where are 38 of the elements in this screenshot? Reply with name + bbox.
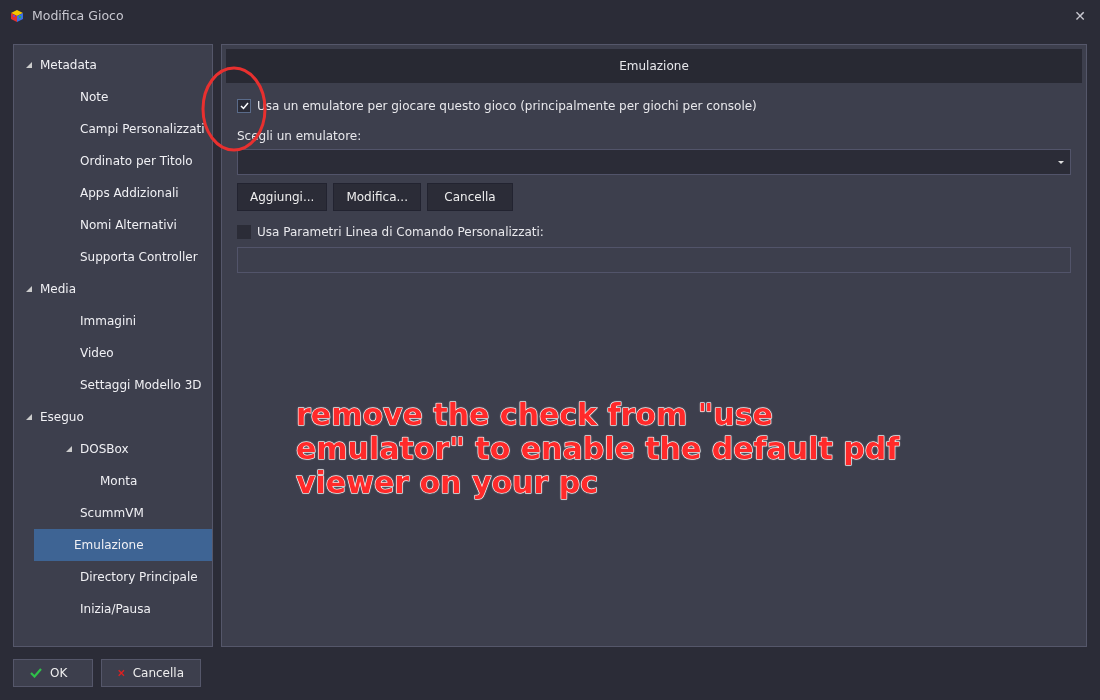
tree-item[interactable]: Eseguo <box>14 401 212 433</box>
tree-item[interactable]: Ordinato per Titolo <box>34 145 212 177</box>
expanded-triangle-icon[interactable] <box>26 413 32 420</box>
action-button[interactable]: Cancella <box>427 183 513 211</box>
command-line-field[interactable] <box>237 247 1071 273</box>
annotation-text: remove the check from "use emulator" to enable the default pdf viewer on your pc <box>296 398 900 500</box>
footer-button[interactable]: Cancella <box>101 659 201 687</box>
expanded-triangle-icon[interactable] <box>66 445 72 452</box>
tree-item[interactable]: Video <box>34 337 212 369</box>
tree-item[interactable]: Note <box>34 81 212 113</box>
action-button[interactable]: Aggiungi... <box>237 183 328 211</box>
checkbox-label: Usa Parametri Linea di Comando Personalizzati: <box>257 224 544 241</box>
tree-item[interactable]: Immagini <box>34 305 212 337</box>
tree-item[interactable]: Media <box>14 273 212 305</box>
tree-item[interactable]: DOSBox <box>34 433 212 465</box>
dropdown-caret-icon <box>1058 160 1064 164</box>
footer-button[interactable]: OK <box>13 659 93 687</box>
close-button[interactable]: ✕ <box>1070 5 1090 27</box>
panel-header: Emulazione <box>226 49 1082 83</box>
tree-item[interactable]: Inizia/Pausa <box>34 593 212 625</box>
cross-icon <box>118 668 125 678</box>
tree-item[interactable]: Emulazione <box>34 529 212 561</box>
action-button[interactable]: Modifica... <box>333 183 421 211</box>
tree-item[interactable]: Directory Principale <box>34 561 212 593</box>
expanded-triangle-icon[interactable] <box>26 61 32 68</box>
tree-item[interactable]: Campi Personalizzati <box>34 113 212 145</box>
app-cube-icon <box>10 9 24 23</box>
tree-item[interactable]: Settaggi Modello 3D <box>34 369 212 401</box>
expanded-triangle-icon[interactable] <box>26 285 32 292</box>
tree-item[interactable]: ScummVM <box>34 497 212 529</box>
checkbox[interactable] <box>237 99 251 113</box>
tree-item[interactable]: Supporta Controller <box>34 241 212 273</box>
tree-item[interactable]: Apps Addizionali <box>34 177 212 209</box>
checkmark-icon <box>30 668 42 678</box>
tree-item[interactable]: Monta <box>34 465 212 497</box>
tree-item[interactable]: Nomi Alternativi <box>34 209 212 241</box>
tree-item[interactable]: Metadata <box>14 49 212 81</box>
window-title: Modifica Gioco <box>32 6 124 25</box>
